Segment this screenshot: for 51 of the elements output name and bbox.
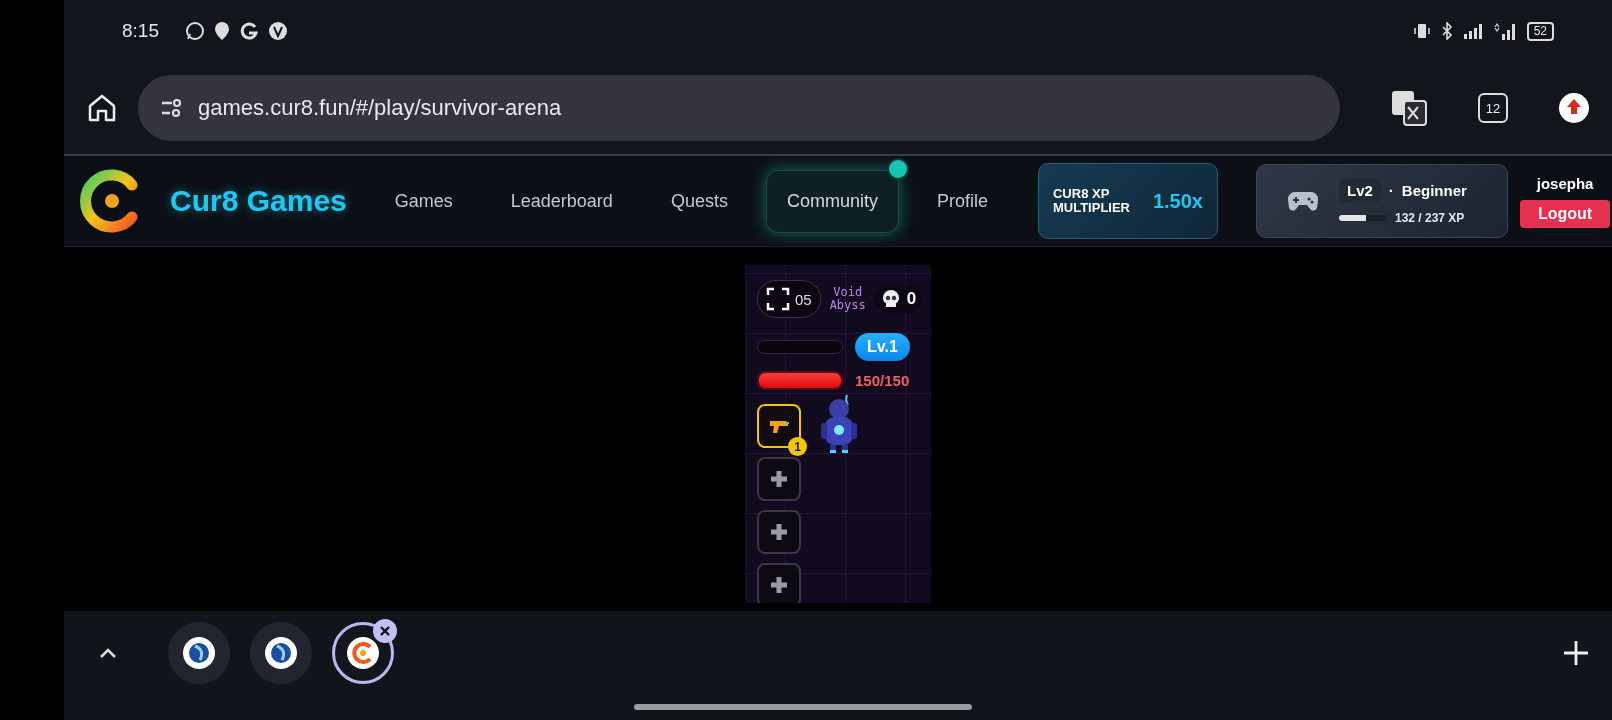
fullscreen-icon[interactable] (766, 287, 790, 312)
health-value: 150/150 (855, 372, 910, 390)
site-title[interactable]: Cur8 Games (170, 184, 347, 219)
empty-slot[interactable] (757, 563, 801, 604)
nav-link[interactable]: Community (765, 169, 899, 233)
elapsed-time: 05 (795, 290, 812, 308)
xp-count: 132 / 237 XP (1394, 210, 1465, 225)
separator-dot: · (1388, 181, 1394, 199)
blaster-icon (768, 418, 790, 435)
weapon-level-badge: 1 (788, 437, 807, 457)
vibrate-icon (1412, 22, 1431, 41)
address-bar[interactable]: games.cur8.fun/#/play/survivor-arena (138, 75, 1340, 142)
nav-link[interactable]: Quests (650, 170, 748, 232)
g-letter-icon (239, 21, 259, 42)
rank-label: Beginner (1401, 181, 1467, 199)
kill-counter: 0 (874, 285, 923, 314)
chat-bubble-icon (185, 21, 205, 42)
multiplier-value: 1.50x (1152, 189, 1203, 213)
translate-icon[interactable] (1390, 89, 1428, 128)
empty-slot[interactable] (757, 457, 801, 502)
plus-icon (769, 575, 789, 596)
empty-slot[interactable] (757, 510, 801, 555)
plus-icon (769, 469, 789, 490)
new-tab-icon[interactable] (1562, 639, 1590, 668)
player-card[interactable]: Lv2 · Beginner 132 / 237 XP (1255, 164, 1508, 239)
nav-link[interactable]: Leaderboard (490, 170, 633, 232)
plus-icon (769, 522, 789, 543)
mobile-data-signal-icon (1492, 22, 1517, 41)
globe-favicon-icon (183, 637, 215, 670)
page-settings-icon[interactable] (160, 98, 184, 119)
nav-link[interactable]: Profile (916, 170, 1008, 232)
close-icon[interactable] (373, 619, 397, 644)
logout-button[interactable]: Logout (1519, 199, 1611, 228)
bluetooth-icon (1440, 22, 1453, 41)
globe-favicon-icon (265, 637, 297, 670)
location-pin-icon (214, 21, 230, 42)
level-badge: Lv2 (1338, 177, 1381, 203)
clock-time: 8:15 (122, 20, 159, 43)
username: josepha (1536, 174, 1594, 192)
brand-logo-icon (347, 637, 379, 670)
tab-count-button[interactable]: 12 (1478, 93, 1508, 124)
nav-link[interactable]: Games (374, 170, 473, 232)
battery-level: 52 (1526, 21, 1554, 41)
gamepad-icon (1286, 189, 1319, 214)
level-badge: Lv.1 (855, 333, 910, 362)
weapon-slot[interactable] (757, 404, 801, 449)
multiplier-label: CUR8 XP MULTIPLIER (1052, 187, 1131, 216)
game-title: Void Abyss (828, 286, 867, 313)
signal-icon (1462, 23, 1483, 40)
robot-character (819, 393, 859, 456)
skull-icon (880, 289, 901, 310)
